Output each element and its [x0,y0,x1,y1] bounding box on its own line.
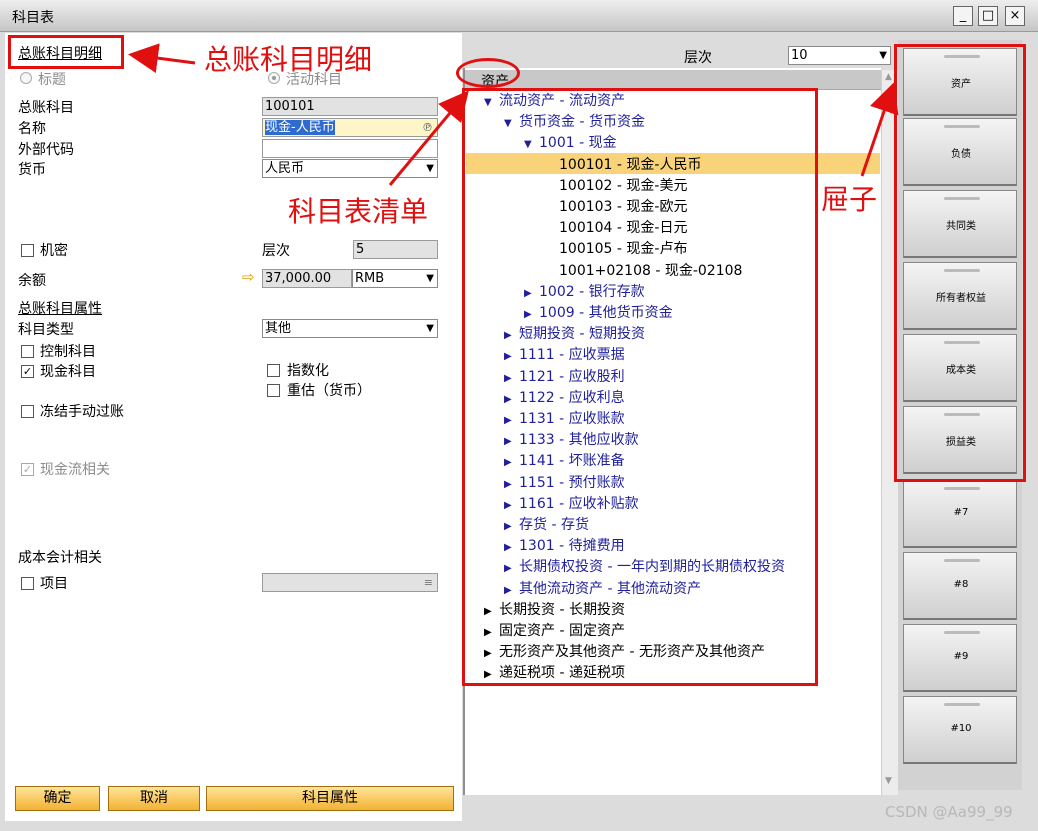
account-properties-button[interactable]: 科目属性 [206,786,454,811]
annotation-detail-text: 总账科目明细 [204,43,373,76]
drawer-tab[interactable]: #8 [903,552,1017,620]
project-label: 项目 [40,576,68,592]
window-title: 科目表 [12,10,54,26]
confidential-label: 机密 [40,243,68,259]
chevron-down-icon: ▼ [426,163,434,174]
indexed-checkbox[interactable] [267,364,280,377]
drawer-label: #10 [950,723,972,734]
level-field: 5 [353,240,438,259]
drawer-tab[interactable]: #7 [903,480,1017,548]
drawer-handle-icon [944,487,980,490]
watermark: CSDN @Aa99_99 [885,803,1013,821]
drawer-tab[interactable]: #9 [903,624,1017,692]
drawer-tab[interactable]: #10 [903,696,1017,764]
drawer-label: #8 [953,579,969,590]
balance-currency-select[interactable]: RMB ▼ [352,269,438,288]
annotation-box-list [462,88,818,686]
scroll-up-icon[interactable]: ▲ [885,72,892,82]
list-icon: ≡ [423,576,433,589]
window-titlebar: 科目表 _ □ × [0,0,1038,32]
currency-label: 货币 [18,162,46,178]
external-code-label: 外部代码 [18,142,74,158]
top-level-label: 层次 [684,50,712,66]
annotation-box-detail [8,35,124,69]
name-label: 名称 [18,121,46,137]
account-type-value: 其他 [265,321,292,336]
chevron-down-icon: ▼ [879,50,887,61]
annotation-circle-header [456,58,520,88]
control-account-label: 控制科目 [40,344,96,360]
radio-title[interactable] [20,72,32,84]
balance-label: 余额 [18,273,46,289]
project-checkbox[interactable] [21,577,34,590]
control-account-checkbox[interactable] [21,345,34,358]
balance-currency-value: RMB [355,271,385,286]
chevron-down-icon: ▼ [426,273,434,284]
revalue-checkbox[interactable] [267,384,280,397]
tree-header: 资产 [465,70,881,90]
drawer-label: #7 [953,507,969,518]
confidential-checkbox[interactable] [21,244,34,257]
minimize-button[interactable]: _ [953,6,973,26]
top-level-select[interactable]: 10 ▼ [788,46,891,65]
close-button[interactable]: × [1005,6,1025,26]
radio-title-label: 标题 [38,72,66,88]
level-label: 层次 [262,243,290,259]
cost-accounting-heading: 成本会计相关 [18,550,102,566]
annotation-list-text: 科目表清单 [288,195,429,228]
account-type-select[interactable]: 其他 ▼ [262,319,438,338]
drawer-handle-icon [944,559,980,562]
link-icon: ℗ [422,121,433,134]
properties-heading: 总账科目属性 [18,301,102,317]
cash-account-checkbox[interactable]: ✓ [21,365,34,378]
cancel-button[interactable]: 取消 [108,786,200,811]
name-field[interactable]: 现金-人民币 ℗ [262,118,438,137]
indexed-label: 指数化 [287,363,329,379]
annotation-drawers-text: 屉子 [821,183,878,216]
gl-account-field[interactable]: 100101 [262,97,438,116]
name-value: 现金-人民币 [265,120,335,135]
drawer-label: #9 [953,651,969,662]
top-level-value: 10 [791,48,808,63]
drawer-handle-icon [944,631,980,634]
external-code-field[interactable] [262,139,438,158]
cashflow-label: 现金流相关 [40,462,110,478]
chevron-down-icon: ▼ [426,323,434,334]
gl-account-label: 总账科目 [18,100,74,116]
cash-account-label: 现金科目 [40,364,96,380]
freeze-manual-label: 冻结手动过账 [40,404,124,420]
balance-field: 37,000.00 [262,269,352,288]
maximize-button[interactable]: □ [978,6,998,26]
cashflow-checkbox: ✓ [21,463,34,476]
revalue-label: 重估（货币） [287,383,371,399]
freeze-manual-checkbox[interactable] [21,405,34,418]
currency-value: 人民币 [265,161,305,176]
scroll-down-icon[interactable]: ▼ [885,776,892,786]
annotation-box-drawers [894,44,1026,482]
project-field: ≡ [262,573,438,592]
drawer-handle-icon [944,703,980,706]
account-type-label: 科目类型 [18,322,74,338]
arrow-right-icon[interactable]: ⇨ [242,268,255,286]
currency-select[interactable]: 人民币 ▼ [262,159,438,178]
ok-button[interactable]: 确定 [15,786,100,811]
